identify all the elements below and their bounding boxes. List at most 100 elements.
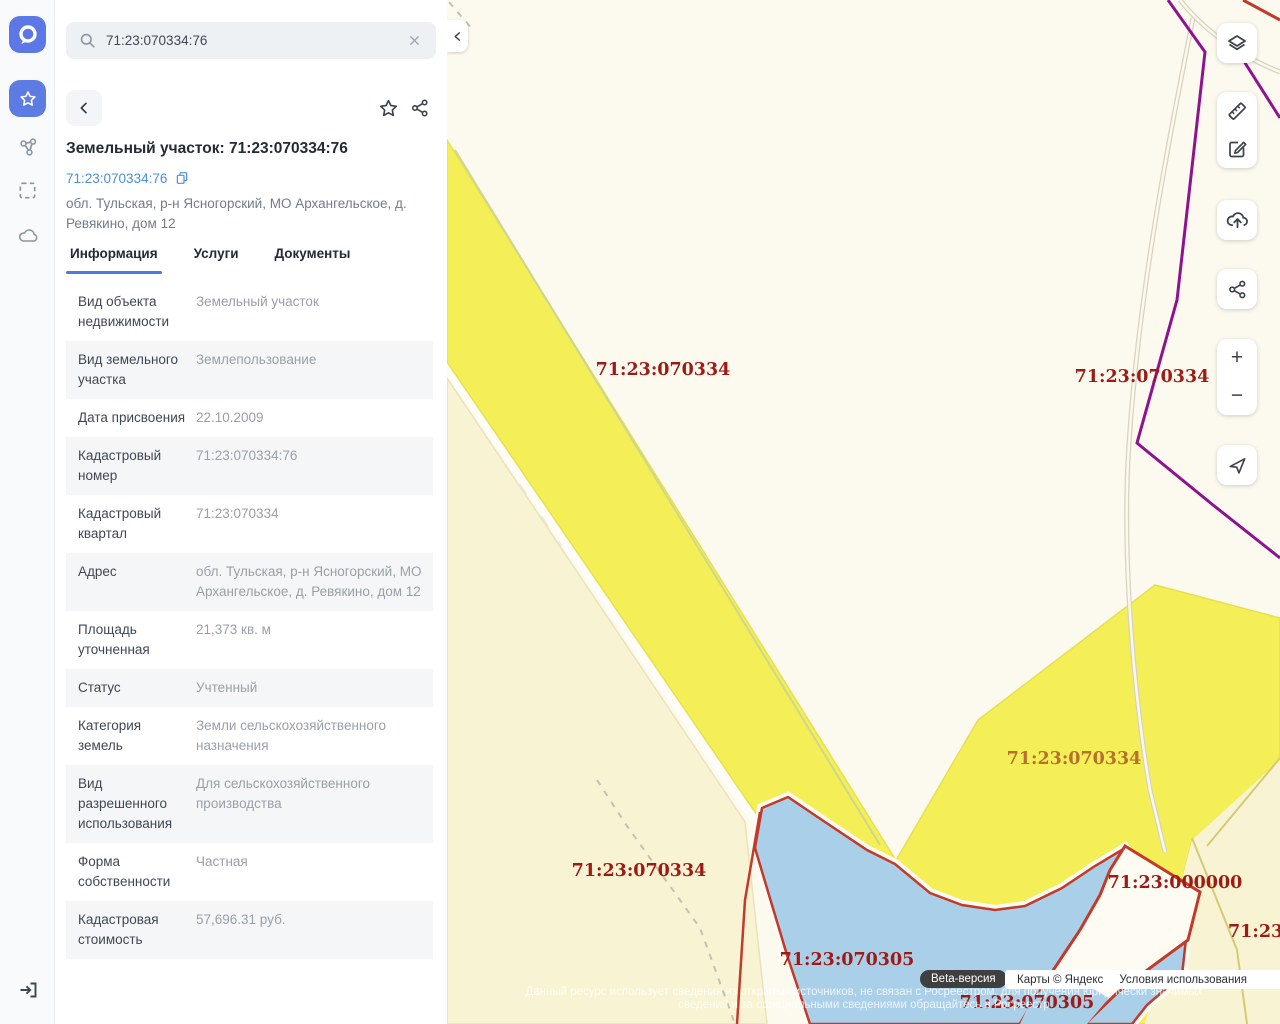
map-layers[interactable]: 9'op bbox=[447, 0, 1280, 1024]
app-logo-icon bbox=[15, 22, 41, 48]
row-label: Категория земель bbox=[78, 716, 196, 756]
attribution-strip: Карты © Яндекс Условия использования bbox=[1005, 970, 1280, 989]
table-row: Категория земельЗемли сельскохозяйственн… bbox=[66, 707, 433, 765]
cadastral-label: 71:23:070305 bbox=[780, 950, 915, 970]
row-label: Вид разрешенного использования bbox=[78, 774, 196, 834]
row-value: Частная bbox=[196, 852, 433, 892]
chevron-left-icon bbox=[452, 31, 463, 42]
cadastral-link-row: 71:23:070334:76 bbox=[66, 170, 190, 186]
cadastral-label: 71:23:070334 bbox=[596, 360, 731, 380]
sidebar-item-cloud[interactable] bbox=[9, 217, 46, 254]
row-value: 21,373 кв. м bbox=[196, 620, 433, 660]
tab-documents[interactable]: Документы bbox=[271, 246, 355, 274]
cadastral-label: 71:23:070334 bbox=[1007, 749, 1142, 769]
map-share-button[interactable] bbox=[1217, 269, 1257, 309]
layers-icon bbox=[1225, 31, 1249, 55]
page-title: Земельный участок: 71:23:070334:76 bbox=[66, 140, 438, 158]
row-label: Адрес bbox=[78, 562, 196, 602]
cloud-upload-button[interactable] bbox=[1217, 200, 1257, 240]
zoom-in-button[interactable]: + bbox=[1217, 339, 1257, 377]
search-bar bbox=[66, 22, 436, 59]
star-icon bbox=[17, 88, 39, 110]
object-address: обл. Тульская, р-н Ясногорский, МО Архан… bbox=[66, 194, 426, 234]
table-row: Форма собственностиЧастная bbox=[66, 843, 433, 901]
row-value: обл. Тульская, р-н Ясногорский, МО Архан… bbox=[196, 562, 433, 602]
row-value: Земли сельскохозяйственного назначения bbox=[196, 716, 433, 756]
cadastral-number-link[interactable]: 71:23:070334:76 bbox=[66, 171, 167, 186]
row-value: Для сельскохозяйственного производства bbox=[196, 774, 433, 834]
measure-control bbox=[1217, 92, 1257, 168]
sidebar-item-favorites[interactable] bbox=[9, 80, 46, 117]
share-button[interactable] bbox=[404, 92, 436, 124]
row-label: Форма собственности bbox=[78, 852, 196, 892]
ruler-icon bbox=[1225, 99, 1249, 123]
app-logo[interactable] bbox=[9, 16, 46, 53]
row-value: Учтенный bbox=[196, 678, 433, 698]
zoom-out-button[interactable]: − bbox=[1217, 377, 1257, 415]
detail-panel: Земельный участок: 71:23:070334:76 71:23… bbox=[55, 0, 447, 1024]
row-label: Кадастровый квартал bbox=[78, 504, 196, 544]
row-label: Кадастровый номер bbox=[78, 446, 196, 486]
clear-search-button[interactable] bbox=[405, 31, 424, 50]
draw-button[interactable] bbox=[1217, 130, 1257, 168]
row-label: Дата присвоения bbox=[78, 408, 196, 428]
sidebar-item-polygons[interactable] bbox=[9, 128, 46, 165]
yandex-maps-link[interactable]: Карты © Яндекс bbox=[1017, 974, 1103, 986]
search-input[interactable] bbox=[106, 33, 405, 48]
locate-control bbox=[1217, 445, 1257, 485]
search-icon bbox=[78, 31, 97, 50]
table-row: Вид объекта недвижимостиЗемельный участо… bbox=[66, 283, 433, 341]
table-row: Кадастровый номер71:23:070334:76 bbox=[66, 437, 433, 495]
cadastral-label: 71:23:070334 bbox=[1075, 367, 1210, 387]
share-control bbox=[1217, 269, 1257, 309]
back-button[interactable] bbox=[66, 90, 102, 126]
row-value: 71:23:070334:76 bbox=[196, 446, 433, 486]
table-row: Вид земельного участкаЗемлепользование bbox=[66, 341, 433, 399]
collapse-panel-button[interactable] bbox=[447, 20, 468, 52]
table-row: Площадь уточненная21,373 кв. м bbox=[66, 611, 433, 669]
table-row: Кадастровая стоимость57,696.31 руб. bbox=[66, 901, 433, 959]
cloud-upload-icon bbox=[1225, 208, 1250, 233]
tab-bar: Информация Услуги Документы bbox=[66, 246, 354, 274]
cadastral-label: 71:23:070305 bbox=[960, 993, 1095, 1013]
copy-icon bbox=[174, 170, 190, 186]
tab-information[interactable]: Информация bbox=[66, 246, 162, 274]
cadastral-label: 71:23:000000 bbox=[1108, 873, 1243, 893]
table-row: Вид разрешенного использованияДля сельск… bbox=[66, 765, 433, 843]
terms-of-use-link[interactable]: Условия использования bbox=[1119, 974, 1247, 986]
map-canvas[interactable]: 9'op bbox=[447, 0, 1280, 1024]
properties-table: Вид объекта недвижимостиЗемельный участо… bbox=[66, 283, 433, 959]
cadastral-map-app: Земельный участок: 71:23:070334:76 71:23… bbox=[0, 0, 1280, 1024]
panel-header bbox=[66, 90, 436, 126]
table-row: СтатусУчтенный bbox=[66, 669, 433, 707]
sign-in-button[interactable] bbox=[9, 971, 46, 1008]
row-value: Землепользование bbox=[196, 350, 433, 390]
row-label: Вид объекта недвижимости bbox=[78, 292, 196, 332]
edit-icon bbox=[1225, 137, 1249, 161]
table-row: Адресобл. Тульская, р-н Ясногорский, МО … bbox=[66, 553, 433, 611]
share-icon bbox=[409, 97, 431, 119]
row-label: Площадь уточненная bbox=[78, 620, 196, 660]
ruler-button[interactable] bbox=[1217, 92, 1257, 130]
cadastral-label: 71:23:07 bbox=[1228, 922, 1280, 942]
row-value: 71:23:070334 bbox=[196, 504, 433, 544]
share-icon bbox=[1226, 278, 1249, 301]
cadastral-label: 71:23:070334 bbox=[572, 861, 707, 881]
row-value: 22.10.2009 bbox=[196, 408, 433, 428]
star-outline-icon bbox=[377, 97, 400, 120]
layers-control bbox=[1217, 23, 1257, 63]
select-area-icon bbox=[16, 179, 39, 202]
row-value: 57,696.31 руб. bbox=[196, 910, 433, 950]
tab-services[interactable]: Услуги bbox=[190, 246, 243, 274]
copy-button[interactable] bbox=[174, 170, 190, 186]
upload-control bbox=[1217, 200, 1257, 240]
favorite-button[interactable] bbox=[372, 92, 404, 124]
close-icon bbox=[407, 33, 422, 48]
locate-button[interactable] bbox=[1217, 445, 1257, 485]
table-row: Дата присвоения22.10.2009 bbox=[66, 399, 433, 437]
sidebar-item-select-area[interactable] bbox=[9, 172, 46, 209]
row-label: Статус bbox=[78, 678, 196, 698]
sign-in-icon bbox=[16, 978, 40, 1002]
icon-rail bbox=[0, 0, 55, 1024]
layers-button[interactable] bbox=[1217, 23, 1257, 63]
